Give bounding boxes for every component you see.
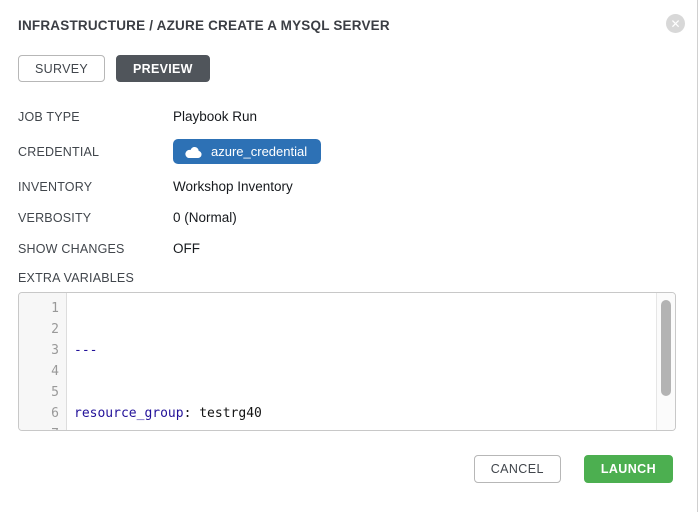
extra-variables-editor[interactable]: 1 2 3 4 5 6 7 --- resource_group: testrg… xyxy=(18,292,676,431)
extra-variables-label: EXTRA VARIABLES xyxy=(18,271,697,285)
cloud-icon xyxy=(185,146,202,158)
cancel-button[interactable]: CANCEL xyxy=(474,455,561,483)
launch-preview-modal: INFRASTRUCTURE / AZURE CREATE A MYSQL SE… xyxy=(0,0,698,512)
inventory-label: INVENTORY xyxy=(18,180,173,194)
field-row-inventory: INVENTORY Workshop Inventory xyxy=(18,178,697,195)
line-number: 3 xyxy=(19,340,59,361)
tab-preview[interactable]: PREVIEW xyxy=(116,55,210,82)
line-number: 2 xyxy=(19,319,59,340)
job-type-value: Playbook Run xyxy=(173,109,257,124)
launch-button[interactable]: LAUNCH xyxy=(584,455,673,483)
field-row-verbosity: VERBOSITY 0 (Normal) xyxy=(18,209,697,226)
field-row-job-type: JOB TYPE Playbook Run xyxy=(18,108,697,125)
close-icon[interactable]: ✕ xyxy=(666,14,685,33)
credential-badge[interactable]: azure_credential xyxy=(173,139,321,164)
scrollbar-thumb[interactable] xyxy=(661,300,671,396)
line-number: 1 xyxy=(19,298,59,319)
inventory-value: Workshop Inventory xyxy=(173,179,293,194)
editor-scrollbar[interactable] xyxy=(656,293,675,430)
line-number: 6 xyxy=(19,403,59,424)
modal-footer: CANCEL LAUNCH xyxy=(474,455,673,483)
credential-label: CREDENTIAL xyxy=(18,145,173,159)
line-number: 4 xyxy=(19,361,59,382)
editor-code-area[interactable]: --- resource_group: testrg40 location: e… xyxy=(67,293,656,430)
modal-title: INFRASTRUCTURE / AZURE CREATE A MYSQL SE… xyxy=(18,12,390,33)
code-line: resource_group: testrg40 xyxy=(74,403,656,424)
show-changes-label: SHOW CHANGES xyxy=(18,242,173,256)
tab-survey[interactable]: SURVEY xyxy=(18,55,105,82)
tabs: SURVEY PREVIEW xyxy=(18,55,697,82)
show-changes-value: OFF xyxy=(173,241,200,256)
job-type-label: JOB TYPE xyxy=(18,110,173,124)
field-row-show-changes: SHOW CHANGES OFF xyxy=(18,240,697,257)
verbosity-label: VERBOSITY xyxy=(18,211,173,225)
field-row-credential: CREDENTIAL azure_credential xyxy=(18,139,697,164)
credential-badge-label: azure_credential xyxy=(211,144,307,159)
editor-line-numbers: 1 2 3 4 5 6 7 xyxy=(19,293,67,430)
line-number: 5 xyxy=(19,382,59,403)
code-line: --- xyxy=(74,340,656,361)
modal-header: INFRASTRUCTURE / AZURE CREATE A MYSQL SE… xyxy=(18,12,697,33)
line-number: 7 xyxy=(19,424,59,431)
job-detail-fields: JOB TYPE Playbook Run CREDENTIAL azure_c… xyxy=(18,108,697,257)
verbosity-value: 0 (Normal) xyxy=(173,210,237,225)
